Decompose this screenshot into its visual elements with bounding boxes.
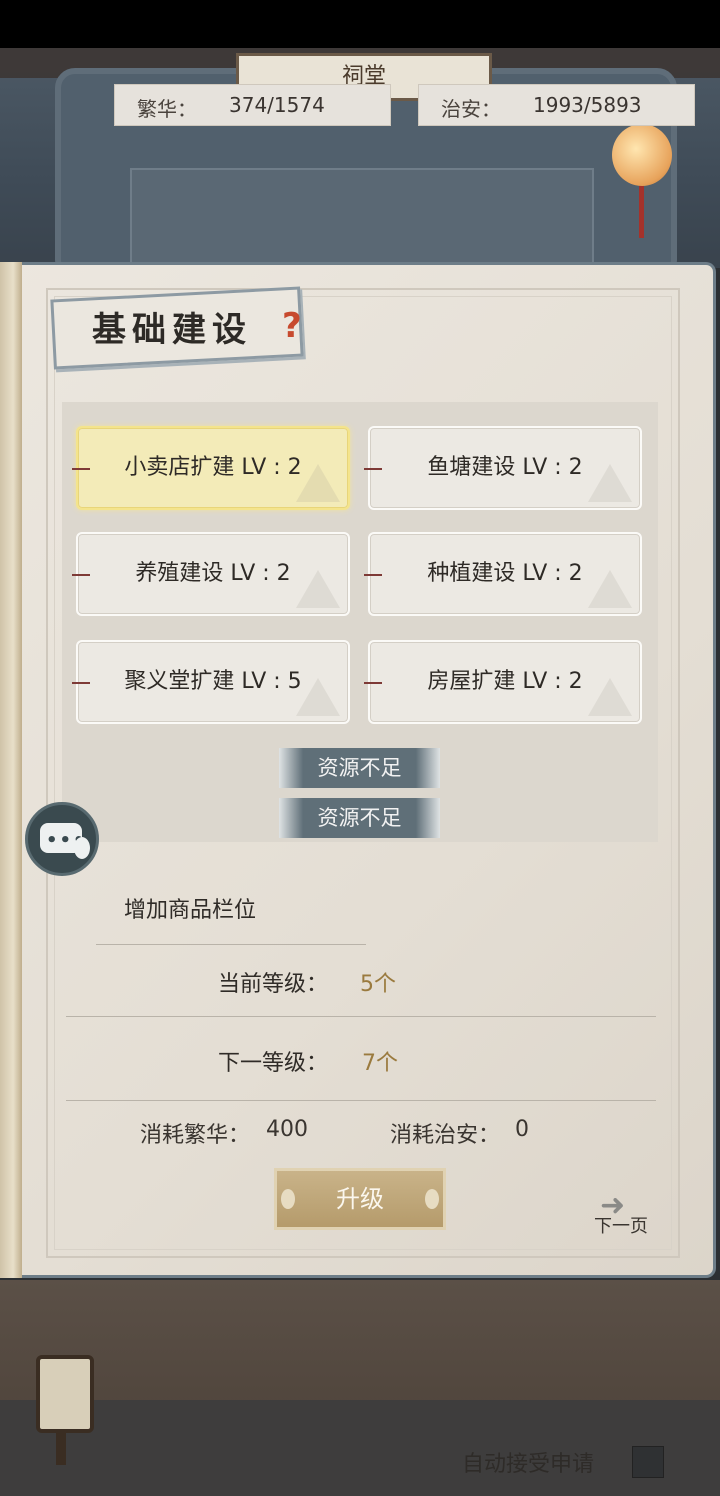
prosperity-value: 374/1574 (229, 93, 325, 117)
project-label: 小卖店扩建 LV : 2 (124, 455, 302, 480)
chat-button[interactable]: ••• (25, 802, 99, 876)
project-label: 养殖建设 LV : 2 (135, 561, 291, 586)
upgrade-button[interactable]: 升级 (274, 1168, 446, 1230)
mountain-decoration (588, 464, 632, 502)
security-label: 治安： (441, 97, 501, 121)
current-level-value: 5个 (360, 972, 396, 997)
prosperity-stat: 繁华： 374/1574 (114, 84, 391, 126)
cost-security-label: 消耗治安： (390, 1123, 501, 1148)
project-breeding[interactable]: 养殖建设 LV : 2 (72, 532, 350, 616)
floor-lamp-icon (36, 1355, 94, 1433)
button-ornament (281, 1189, 295, 1209)
auto-accept-checkbox[interactable] (632, 1446, 664, 1478)
insufficient-resources-badge: 资源不足 (279, 748, 440, 788)
project-label: 聚义堂扩建 LV : 5 (124, 669, 302, 694)
floor-lamp-stand (56, 1429, 66, 1465)
project-label: 房屋扩建 LV : 2 (427, 669, 583, 694)
divider (66, 1016, 656, 1017)
auto-accept-label: 自动接受申请 (462, 1452, 595, 1477)
floor-scene (0, 1280, 720, 1496)
connector-pin (72, 468, 90, 470)
cost-prosperity-value: 400 (266, 1117, 308, 1142)
cost-security-value: 0 (515, 1117, 529, 1142)
mountain-decoration (588, 678, 632, 716)
cost-prosperity-label: 消耗繁华： (140, 1123, 251, 1148)
connector-pin (364, 468, 382, 470)
prosperity-label: 繁华： (137, 97, 197, 121)
current-level-label: 当前等级： (218, 972, 329, 997)
project-label: 种植建设 LV : 2 (427, 561, 583, 586)
lantern-tassel (639, 186, 644, 238)
connector-pin (364, 682, 382, 684)
panel-title: 基础建设 (92, 310, 252, 350)
upgrade-description: 增加商品栏位 (124, 898, 257, 923)
insufficient-resources-badge: 资源不足 (279, 798, 440, 838)
gourd-icon (74, 837, 90, 859)
project-planting[interactable]: 种植建设 LV : 2 (364, 532, 642, 616)
divider (96, 944, 366, 945)
help-icon[interactable]: ? (282, 306, 302, 346)
mountain-decoration (296, 570, 340, 608)
project-hall-expansion[interactable]: 聚义堂扩建 LV : 5 (72, 640, 350, 724)
upgrade-label: 升级 (336, 1185, 384, 1213)
project-house-expansion[interactable]: 房屋扩建 LV : 2 (364, 640, 642, 724)
status-bar (0, 0, 720, 48)
divider (66, 1100, 656, 1101)
mountain-decoration (296, 464, 340, 502)
connector-pin (72, 682, 90, 684)
security-stat: 治安： 1993/5893 (418, 84, 695, 126)
connector-pin (72, 574, 90, 576)
next-page-link[interactable]: 下一页 (594, 1212, 648, 1238)
button-ornament (425, 1189, 439, 1209)
project-fishpond[interactable]: 鱼塘建设 LV : 2 (364, 426, 642, 510)
mountain-decoration (588, 570, 632, 608)
project-shop-expansion[interactable]: 小卖店扩建 LV : 2 (72, 426, 350, 510)
lantern-icon (612, 124, 672, 186)
security-value: 1993/5893 (533, 93, 642, 117)
project-label: 鱼塘建设 LV : 2 (427, 455, 583, 480)
book-spine (0, 262, 22, 1278)
floor-stripe (0, 1400, 720, 1496)
next-level-value: 7个 (362, 1051, 398, 1076)
hall-screen (130, 168, 594, 272)
mountain-decoration (296, 678, 340, 716)
connector-pin (364, 574, 382, 576)
next-level-label: 下一等级： (218, 1051, 329, 1076)
